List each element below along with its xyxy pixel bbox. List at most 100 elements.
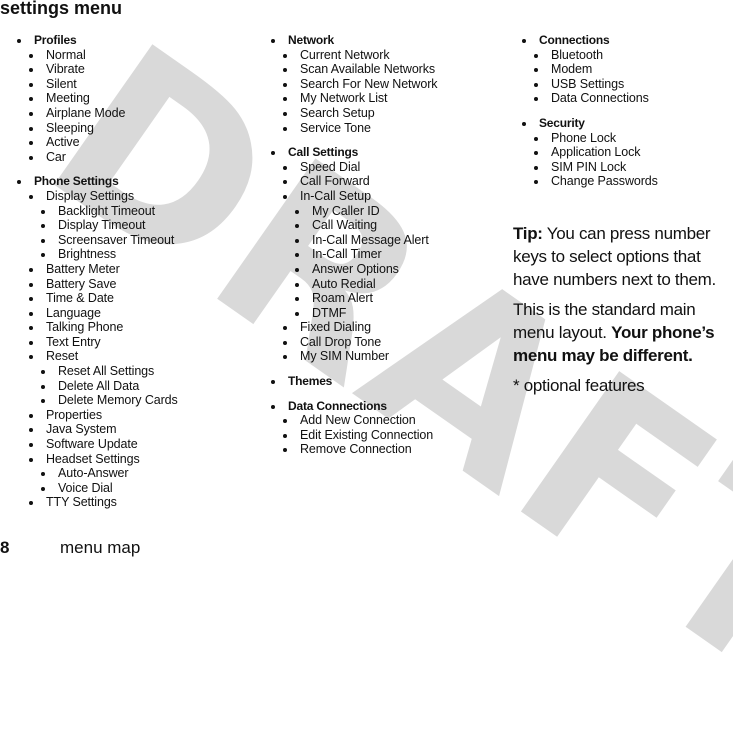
menu-item-label: Software Update xyxy=(46,437,138,452)
menu-item-label: Current Network xyxy=(300,47,390,62)
menu-item-label: Sleeping xyxy=(46,120,94,135)
menu-item-silent: Silent xyxy=(16,77,178,92)
menu-item-list: Display Settings Backlight Timeout Display… xyxy=(28,189,178,510)
menu-item-label: Add New Connection xyxy=(300,413,416,428)
submenu-item-delete-memory-cards: Delete Memory Cards xyxy=(28,393,178,408)
menu-item-display-settings: Display Settings Backlight Timeout Display… xyxy=(16,189,178,262)
submenu-item-list: Auto-Answer Voice Dial xyxy=(40,466,178,495)
submenu-item-list: My Caller ID Call Waiting In-Call Message … xyxy=(295,204,437,321)
menu-item-sim-pin-lock: SIM PIN Lock xyxy=(521,160,658,175)
menu-item-label: SIM PIN Lock xyxy=(551,159,627,174)
menu-item-label: Language xyxy=(46,305,101,320)
menu-item-label: Call Forward xyxy=(300,174,370,189)
menu-group-list: Profiles Normal Vibrate Silent Meeting Airpla… xyxy=(16,33,178,510)
menu-group-heading: Security xyxy=(539,115,585,130)
menu-group-data-connections: Data Connections Add New Connection Edit E… xyxy=(270,399,437,457)
menu-item-label: Battery Meter xyxy=(46,261,120,276)
menu-item-remove-connection: Remove Connection xyxy=(270,442,437,457)
menu-item-search-for-new-network: Search For New Network xyxy=(270,77,438,92)
menu-item-call-forward: Call Forward xyxy=(270,174,437,189)
submenu-item-display-timeout: Display Timeout xyxy=(28,218,178,233)
submenu-item-auto-redial: Auto Redial xyxy=(282,277,437,292)
menu-group-profiles: Profiles Normal Vibrate Silent Meeting Airpla… xyxy=(16,33,178,164)
menu-item-label: Fixed Dialing xyxy=(300,320,371,335)
menu-column-2: Network Current Network Scan Available Net… xyxy=(270,33,438,467)
menu-item-edit-existing-connection: Edit Existing Connection xyxy=(270,428,437,443)
menu-item-label: Phone Lock xyxy=(551,130,617,145)
menu-item-talking-phone: Talking Phone xyxy=(16,320,178,335)
menu-item-tty-settings: TTY Settings xyxy=(16,495,178,510)
menu-item-modem: Modem xyxy=(521,62,658,77)
optional-features-note: * optional features xyxy=(513,376,645,395)
menu-item-list: Bluetooth Modem USB Settings Data Connectio… xyxy=(533,48,658,106)
menu-item-call-drop-tone: Call Drop Tone xyxy=(270,335,437,350)
menu-item-label: Scan Available Networks xyxy=(300,62,436,77)
menu-item-airplane-mode: Airplane Mode xyxy=(16,106,178,121)
menu-item-label: Data Connections xyxy=(551,91,649,106)
menu-item-text-entry: Text Entry xyxy=(16,335,178,350)
menu-item-list: Phone Lock Application Lock SIM PIN Lock Ch… xyxy=(533,131,658,189)
submenu-item-list: Reset All Settings Delete All Data Delete … xyxy=(40,364,178,408)
notes-panel: Tip: You can press number keys to select… xyxy=(513,222,733,404)
menu-group-security: Security Phone Lock Application Lock SIM PI… xyxy=(521,116,658,189)
menu-item-label: Airplane Mode xyxy=(46,105,126,120)
menu-item-label: Meeting xyxy=(46,91,90,106)
menu-item-label: Vibrate xyxy=(46,62,85,77)
menu-item-phone-lock: Phone Lock xyxy=(521,131,658,146)
menu-item-in-call-setup: In-Call Setup My Caller ID Call Waiting In-… xyxy=(270,189,437,320)
submenu-item-backlight-timeout: Backlight Timeout xyxy=(28,204,178,219)
menu-group-heading: Network xyxy=(288,33,334,47)
menu-item-list: Normal Vibrate Silent Meeting Airplane Mode S… xyxy=(28,47,178,165)
menu-item-label: Text Entry xyxy=(46,334,101,349)
submenu-item-dtmf: DTMF xyxy=(282,306,437,321)
menu-column-3: Connections Bluetooth Modem USB Settings Dat… xyxy=(521,33,658,199)
standard-layout-note: This is the standard main menu layout. Y… xyxy=(513,298,733,367)
menu-item-meeting: Meeting xyxy=(16,91,178,106)
menu-item-label: Reset xyxy=(46,349,79,364)
menu-item-label: Normal xyxy=(46,47,86,62)
menu-item-add-new-connection: Add New Connection xyxy=(270,413,437,428)
tip-text: You can press number keys to select opti… xyxy=(513,224,716,289)
menu-item-headset-settings: Headset Settings Auto-Answer Voice Dial xyxy=(16,452,178,496)
menu-item-usb-settings: USB Settings xyxy=(521,77,658,92)
section-title: menu map xyxy=(60,538,141,557)
menu-item-label: Talking Phone xyxy=(46,320,124,335)
menu-group-themes: Themes xyxy=(270,374,437,389)
menu-item-bluetooth: Bluetooth xyxy=(521,48,658,63)
menu-item-sleeping: Sleeping xyxy=(16,121,178,136)
menu-item-label: Java System xyxy=(46,422,117,437)
menu-item-label: Change Passwords xyxy=(551,174,658,189)
menu-item-speed-dial: Speed Dial xyxy=(270,160,437,175)
menu-group-list: Connections Bluetooth Modem USB Settings Dat… xyxy=(521,33,658,189)
menu-item-label: Silent xyxy=(46,76,77,91)
menu-item-label: Application Lock xyxy=(551,145,641,160)
menu-item-time-date: Time & Date xyxy=(16,291,178,306)
menu-item-search-setup: Search Setup xyxy=(270,106,437,121)
menu-group-heading: Connections xyxy=(539,33,610,47)
menu-item-label: Search Setup xyxy=(300,105,375,120)
menu-column-1: Profiles Normal Vibrate Silent Meeting Airpla… xyxy=(16,33,178,520)
menu-item-label: In-Call Setup xyxy=(300,188,371,203)
menu-group-heading: Data Connections xyxy=(288,398,387,413)
menu-item-label: Display Settings xyxy=(46,188,135,203)
submenu-item-call-waiting: Call Waiting xyxy=(282,218,437,233)
menu-item-label: Service Tone xyxy=(300,120,371,135)
menu-group-heading: Themes xyxy=(288,374,333,389)
submenu-item-brightness: Brightness xyxy=(28,247,178,262)
submenu-item-voice-dial: Voice Dial xyxy=(28,481,178,496)
menu-item-data-connections: Data Connections xyxy=(521,91,658,106)
menu-item-java-system: Java System xyxy=(16,422,178,437)
menu-item-label: Active xyxy=(46,135,80,150)
submenu-item-roam-alert: Roam Alert xyxy=(282,291,437,306)
menu-item-current-network: Current Network xyxy=(270,48,437,63)
submenu-item-delete-all-data: Delete All Data xyxy=(28,379,178,394)
menu-group-connections: Connections Bluetooth Modem USB Settings Dat… xyxy=(521,33,658,106)
menu-group-heading: Phone Settings xyxy=(34,174,119,189)
menu-item-fixed-dialing: Fixed Dialing xyxy=(270,320,437,335)
menu-item-scan-available-networks: Scan Available Networks xyxy=(270,62,437,77)
menu-item-vibrate: Vibrate xyxy=(16,62,178,77)
menu-item-reset: Reset Reset All Settings Delete All Data De… xyxy=(16,349,178,407)
page-title: settings menu xyxy=(0,0,123,18)
menu-item-label: USB Settings xyxy=(551,76,625,91)
menu-group-heading: Profiles xyxy=(34,33,77,47)
